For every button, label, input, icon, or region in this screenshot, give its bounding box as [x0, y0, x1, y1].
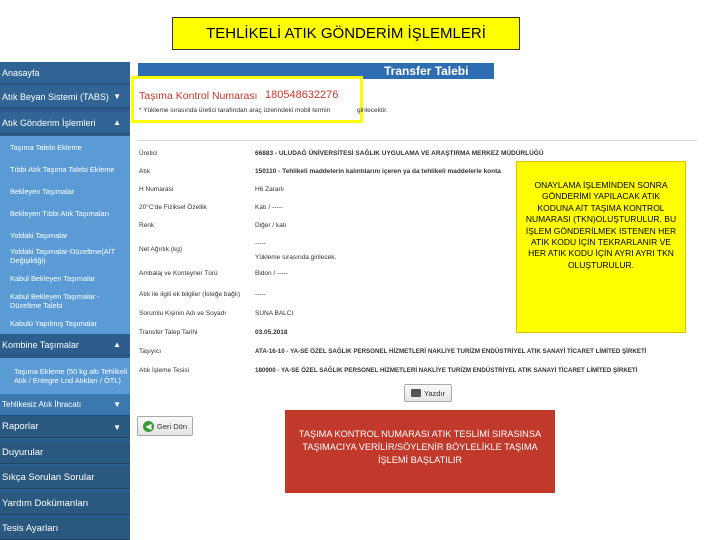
back-button[interactable]: ◀ Geri Dön: [137, 416, 193, 436]
field-label: Atık: [139, 168, 151, 175]
sidebar-item-label: Yardım Dokümanları: [2, 498, 89, 509]
sidebar-item-label: Atık Gönderim İşlemleri: [2, 117, 96, 128]
sidebar-item-tesis-ayarlari[interactable]: Tesis Ayarları: [0, 518, 130, 540]
print-button-label: Yazdır: [423, 388, 446, 398]
sidebar-item-label: Duyurular: [2, 447, 44, 458]
row-divider: [137, 140, 697, 141]
printer-icon: [410, 389, 421, 397]
sidebar-item-label: Tesis Ayarları: [2, 523, 59, 534]
sidebar-item-label: Atık Beyan Sistemi (TABS): [2, 91, 109, 102]
field-label: Net Ağırlık (kg): [139, 246, 182, 253]
submenu-item-kombine-ekleme[interactable]: Taşıma Ekleme (50 kg altı Tehlikeli Atık…: [14, 367, 128, 385]
field-label: H Numarası: [139, 186, 174, 193]
sidebar-item-yardim[interactable]: Yardım Dokümanları: [0, 493, 130, 515]
field-value: Katı / -----: [255, 204, 283, 211]
field-value: ATA-16-10 - YA-SE ÖZEL SAĞLIK PERSONEL H…: [255, 348, 647, 355]
field-value: -----: [255, 291, 266, 298]
field-value: H6 Zararlı: [255, 186, 284, 193]
print-button[interactable]: Yazdır: [404, 384, 452, 402]
field-value: Yükleme sırasında girilecek.: [255, 254, 337, 261]
tkn-label: Taşıma Kontrol Numarası: [139, 90, 258, 102]
tkn-note: * Yükleme sırasında üretici tarafından a…: [139, 107, 331, 114]
submenu-item-kabul-bekleyen[interactable]: Kabul Bekleyen Taşımalar: [10, 274, 128, 284]
submenu-item-tibbi-tasima[interactable]: Tıbbi Atık Taşıma Talebi Ekleme: [10, 165, 128, 175]
chevron-up-icon: ▲: [113, 118, 121, 127]
submenu-item-bekleyen-tibbi[interactable]: Bekleyen Tıbbi Atık Taşımaları: [10, 209, 128, 219]
tkn-value: 180548632276: [265, 89, 339, 101]
submenu-item-yoldaki-duzeltme[interactable]: Yoldaki Taşımalar-Düzeltme(AİT Değişikli…: [10, 247, 128, 265]
field-label: Taşıyıcı: [139, 348, 162, 355]
field-value: 66883 - ULUDAĞ ÜNİVERSİTESİ SAĞLIK UYGUL…: [255, 150, 544, 157]
sidebar-item-kombine[interactable]: Kombine Taşımalar ▲: [0, 334, 130, 356]
tkn-delivery-note: TAŞIMA KONTROL NUMARASI ATIK TESLİMİ SIR…: [285, 410, 555, 493]
field-label: Üretici: [139, 150, 158, 157]
field-value: Diğer / katı: [255, 222, 287, 229]
field-label: Atık İşleme Tesisi: [139, 367, 190, 374]
submenu-item-tasima-talebi[interactable]: Taşıma Talebi Ekleme: [10, 143, 128, 153]
sidebar-item-label: Anasayfa: [2, 67, 40, 78]
submenu-item-kabul-bekleyen-duzeltme[interactable]: Kabul Bekleyen Taşımalar - Düzeltme Tale…: [10, 292, 128, 310]
field-label: Sorumlu Kişinin Adı ve Soyadı: [139, 310, 227, 317]
sidebar-item-label: Kombine Taşımalar: [2, 339, 79, 350]
sidebar-item-label: Raporlar: [2, 421, 39, 432]
panel-title: Transfer Talebi: [384, 64, 469, 78]
submenu-item-yoldaki[interactable]: Yoldaki Taşımalar: [10, 231, 128, 241]
sidebar-item-duyurular[interactable]: Duyurular: [0, 442, 130, 464]
chevron-up-icon: ▲: [113, 340, 121, 349]
sidebar-item-label: Sıkça Sorulan Sorular: [2, 472, 95, 483]
sidebar-item-sss[interactable]: Sıkça Sorulan Sorular: [0, 467, 130, 489]
submenu-item-bekleyen[interactable]: Bekleyen Taşımalar: [10, 187, 128, 197]
sidebar-item-anasayfa[interactable]: Anasayfa: [0, 62, 130, 84]
back-arrow-icon: ◀: [142, 420, 154, 432]
slide-title: TEHLİKELİ ATIK GÖNDERİM İŞLEMLERİ: [172, 17, 520, 50]
back-button-label: Geri Dön: [156, 421, 187, 431]
field-value: 03.05.2018: [255, 329, 288, 336]
sidebar-item-atik-gonderim[interactable]: Atık Gönderim İşlemleri ▲: [0, 112, 130, 134]
submenu-item-kabulu-yapilmis[interactable]: Kabulü Yapılmış Taşımalar: [10, 319, 128, 329]
field-value: 150110 - Tehlikeli maddelerin kalıntılar…: [255, 168, 501, 175]
tkn-note-continued: girilecektir.: [357, 107, 388, 114]
field-value: SUNA BALCI: [255, 310, 294, 317]
field-label: Renk: [139, 222, 155, 229]
tkn-explanation-note: ONAYLAMA İŞLEMİNDEN SONRA GÖNDERİMİ YAPI…: [516, 161, 686, 333]
sidebar-item-tehlikesiz[interactable]: Tehlikesiz Atık İhracatı ▼: [0, 394, 130, 416]
field-value: -----: [255, 240, 266, 247]
field-label: 20°C'de Fiziksel Özellik: [139, 204, 207, 211]
chevron-down-icon: ▼: [113, 400, 121, 409]
sidebar-item-tabs[interactable]: Atık Beyan Sistemi (TABS) ▼: [0, 86, 130, 108]
chevron-down-icon: ▼: [113, 423, 121, 432]
field-value: Bidon / -----: [255, 270, 288, 277]
sidebar-item-label: Tehlikesiz Atık İhracatı: [2, 400, 82, 409]
field-value: 180900 - YA-SE ÖZEL SAĞLIK PERSONEL HİZM…: [255, 367, 638, 374]
field-label: Atık ile ilgili ek bilgiler (İsteğe bağl…: [139, 291, 241, 298]
sidebar-item-raporlar[interactable]: Raporlar ▼: [0, 416, 130, 438]
field-label: Transfer Talep Tarihi: [139, 329, 198, 336]
chevron-down-icon: ▼: [113, 92, 121, 101]
field-label: Ambalaj ve Konteyner Türü: [139, 270, 218, 277]
